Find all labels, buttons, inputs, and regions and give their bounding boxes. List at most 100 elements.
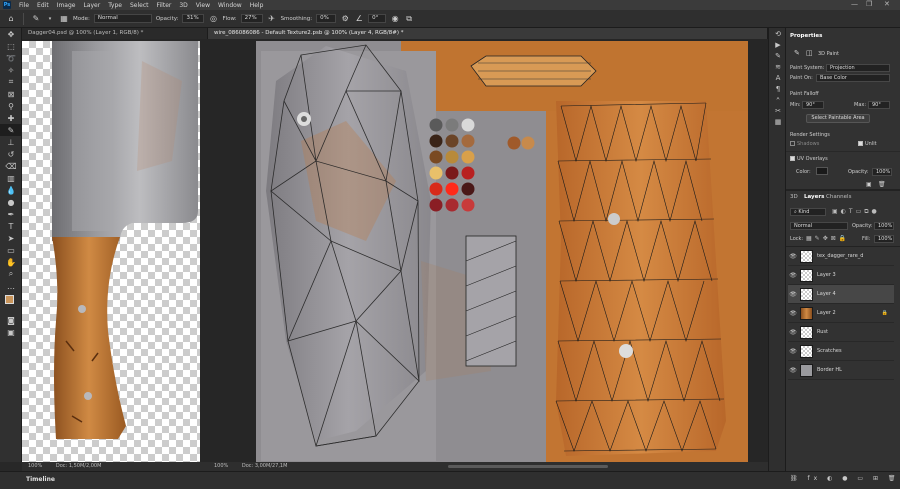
render-icon[interactable]: ▣: [866, 181, 872, 188]
character-icon[interactable]: A: [769, 72, 787, 83]
swatches-icon[interactable]: ▦: [769, 116, 787, 127]
tool-presets-icon[interactable]: ✂: [769, 105, 787, 116]
visibility-eye-icon[interactable]: 👁: [788, 291, 798, 298]
visibility-eye-icon[interactable]: 👁: [788, 272, 798, 279]
marquee-tool-icon[interactable]: ⬚: [0, 40, 22, 52]
swatch-dot[interactable]: [521, 136, 535, 150]
screen-mode-icon[interactable]: ▣: [0, 326, 22, 338]
layer-filter-icons[interactable]: ▣◐T▭⧉●: [832, 208, 880, 216]
hand-tool-icon[interactable]: ✋: [0, 256, 22, 268]
shadows-checkbox[interactable]: [790, 141, 795, 146]
swatch-dot[interactable]: [429, 150, 443, 164]
document-tab-texture[interactable]: wire_086086086 - Default Texture2.psb @ …: [208, 28, 768, 39]
menu-edit[interactable]: Edit: [33, 2, 53, 9]
select-paintable-area-button[interactable]: Select Paintable Area: [806, 114, 870, 123]
swatch-dot[interactable]: [461, 150, 475, 164]
flow-field[interactable]: 27%: [240, 14, 263, 23]
menu-3d[interactable]: 3D: [175, 2, 191, 9]
brush-settings-icon[interactable]: ≋: [769, 61, 787, 72]
layer-filter-select[interactable]: ⌕ Kind: [790, 208, 826, 216]
minimize-icon[interactable]: —: [851, 0, 858, 8]
uv-opacity-field[interactable]: 100%: [872, 168, 892, 176]
close-icon[interactable]: ✕: [884, 0, 890, 8]
paint-system-select[interactable]: Projection: [826, 64, 890, 72]
3d-tab[interactable]: 3D: [790, 192, 798, 202]
canvas-texture[interactable]: [208, 39, 768, 462]
properties-tab[interactable]: Properties: [790, 31, 822, 41]
swatch-dot[interactable]: [429, 182, 443, 196]
paragraph-icon[interactable]: ¶: [769, 83, 787, 94]
zoom-level[interactable]: 100%: [214, 463, 228, 469]
history-icon[interactable]: ⟲: [769, 28, 787, 39]
brush-presets-icon[interactable]: ✎: [769, 50, 787, 61]
foreground-color[interactable]: [5, 295, 14, 304]
visibility-eye-icon[interactable]: 👁: [788, 329, 798, 336]
paint-on-select[interactable]: Base Color: [816, 74, 890, 82]
pressure-size-icon[interactable]: ◉: [390, 14, 400, 24]
history-brush-tool-icon[interactable]: ↺: [0, 148, 22, 160]
color-swatches[interactable]: [0, 292, 21, 314]
brush-tool-icon[interactable]: ✎: [0, 124, 22, 136]
glyphs-icon[interactable]: ᴬ: [769, 94, 787, 105]
menu-image[interactable]: Image: [53, 2, 80, 9]
visibility-eye-icon[interactable]: 👁: [788, 367, 798, 374]
swatch-dot[interactable]: [461, 198, 475, 212]
move-tool-icon[interactable]: ✥: [0, 28, 22, 40]
max-field[interactable]: 90°: [868, 101, 890, 109]
swatch-dot[interactable]: [461, 134, 475, 148]
swatch-dot[interactable]: [429, 134, 443, 148]
menu-filter[interactable]: Filter: [153, 2, 176, 9]
channels-tab[interactable]: Channels: [826, 192, 851, 202]
layer-row[interactable]: 👁 Layer 3: [788, 266, 894, 285]
eraser-tool-icon[interactable]: ⌫: [0, 160, 22, 172]
menu-view[interactable]: View: [192, 2, 214, 9]
type-tool-icon[interactable]: T: [0, 220, 22, 232]
swatch-dot[interactable]: [429, 118, 443, 132]
swatch-dot[interactable]: [461, 118, 475, 132]
swatch-dot[interactable]: [445, 118, 459, 132]
frame-tool-icon[interactable]: ⊠: [0, 88, 22, 100]
swatch-dot[interactable]: [445, 150, 459, 164]
symmetry-icon[interactable]: ⧉: [404, 14, 414, 24]
crop-tool-icon[interactable]: ⌗: [0, 76, 22, 88]
zoom-level[interactable]: 100%: [28, 463, 42, 469]
swatch-dot[interactable]: [445, 182, 459, 196]
gradient-tool-icon[interactable]: ▥: [0, 172, 22, 184]
layer-footer-icons[interactable]: ⛓ fx ◐ ● ▭ ⊞ 🗑: [790, 475, 900, 482]
shape-tool-icon[interactable]: ▭: [0, 244, 22, 256]
document-tab-dagger[interactable]: Dagger04.psd @ 100% (Layer 1, RGB/8) *: [22, 28, 208, 39]
visibility-eye-icon[interactable]: 👁: [788, 310, 798, 317]
menu-help[interactable]: Help: [246, 2, 268, 9]
layer-row[interactable]: 👁 tex_dagger_rare_d: [788, 247, 894, 266]
menu-layer[interactable]: Layer: [79, 2, 104, 9]
pressure-opacity-icon[interactable]: ◎: [208, 14, 218, 24]
brush-preset-picker-icon[interactable]: ▾: [45, 14, 55, 24]
lock-icons[interactable]: ▦✎✥⊠🔒: [806, 235, 849, 242]
opacity-field[interactable]: 31%: [182, 14, 205, 23]
more-tools-icon[interactable]: …: [0, 280, 22, 292]
brush-tool-icon[interactable]: ✎: [31, 14, 41, 24]
canvas-dagger[interactable]: [22, 39, 208, 462]
fill-field[interactable]: 100%: [874, 235, 894, 243]
menu-file[interactable]: File: [15, 2, 33, 9]
swatch-dot[interactable]: [461, 182, 475, 196]
min-field[interactable]: 90°: [802, 101, 824, 109]
timeline-tab[interactable]: Timeline: [26, 476, 55, 483]
swatch-dot[interactable]: [445, 134, 459, 148]
layers-tab[interactable]: Layers: [804, 192, 824, 202]
quick-mask-icon[interactable]: ◙: [0, 314, 22, 326]
menu-window[interactable]: Window: [214, 2, 246, 9]
play-actions-icon[interactable]: ▶: [769, 39, 787, 50]
layer-row[interactable]: 👁 Rust: [788, 323, 894, 342]
swatch-dots[interactable]: [428, 117, 538, 217]
menu-type[interactable]: Type: [104, 2, 126, 9]
layer-row[interactable]: 👁 Layer 2 🔒: [788, 304, 894, 323]
pen-tool-icon[interactable]: ✒: [0, 208, 22, 220]
dodge-tool-icon[interactable]: ●: [0, 196, 22, 208]
unlit-checkbox[interactable]: [858, 141, 863, 146]
swatch-dot[interactable]: [445, 198, 459, 212]
healing-brush-tool-icon[interactable]: ✚: [0, 112, 22, 124]
airbrush-icon[interactable]: ✈: [267, 14, 277, 24]
gear-icon[interactable]: ⚙: [340, 14, 350, 24]
visibility-eye-icon[interactable]: 👁: [788, 253, 798, 260]
